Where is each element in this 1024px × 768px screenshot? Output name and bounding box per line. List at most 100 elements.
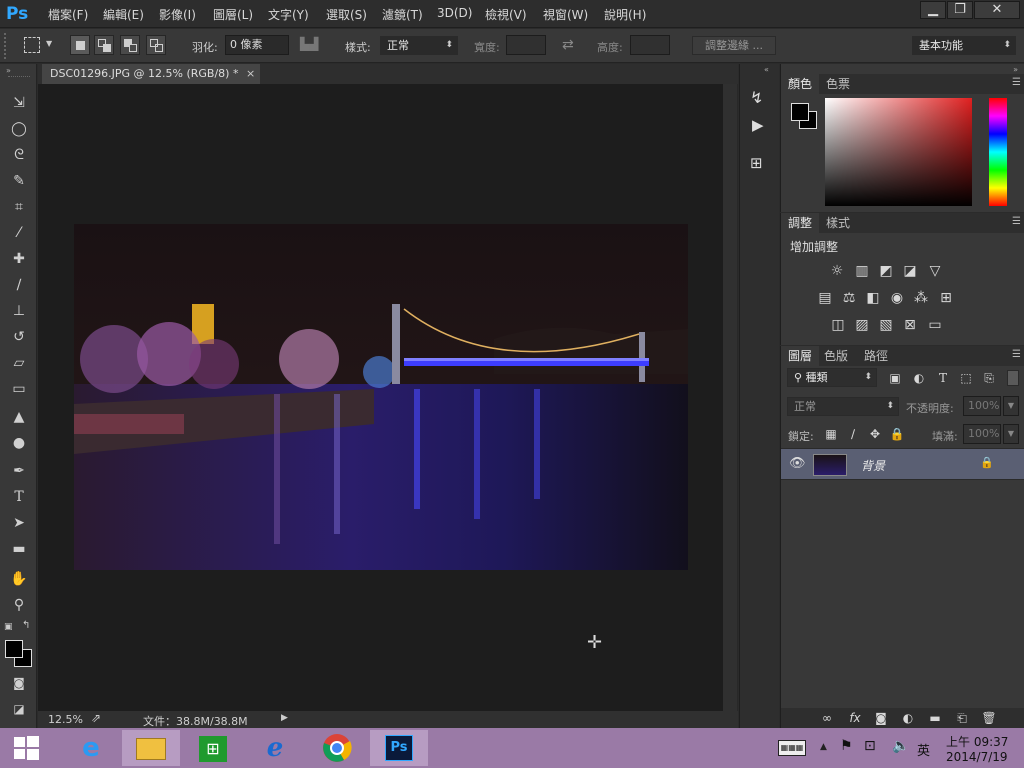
new-group-icon[interactable]: ▬ — [925, 710, 945, 726]
collapse-dock-icon[interactable]: « — [764, 65, 769, 74]
visibility-eye-icon[interactable]: 👁 — [789, 456, 806, 471]
clone-stamp-icon[interactable]: ⊥ — [6, 300, 32, 322]
link-layers-icon[interactable]: ∞ — [817, 710, 837, 726]
add-mask-icon[interactable]: ◙ — [871, 710, 891, 726]
gradient-map-icon[interactable]: ▭ — [925, 317, 945, 333]
lock-pixels-icon[interactable]: ∕ — [843, 426, 863, 442]
network-icon[interactable]: ⊡ — [864, 738, 876, 754]
hue-slider[interactable] — [989, 98, 1007, 206]
healing-brush-icon[interactable]: ✚ — [6, 248, 32, 270]
pen-icon[interactable]: ✒ — [6, 460, 32, 482]
grip-handle[interactable] — [4, 33, 8, 59]
menu-window[interactable]: 視窗(W) — [543, 6, 588, 23]
touch-keyboard-icon[interactable]: ▦▦▦ — [778, 740, 806, 756]
selective-color-icon[interactable]: ⊠ — [900, 317, 920, 333]
chevron-down-icon[interactable]: ▼ — [46, 39, 52, 48]
fill-dropdown-icon[interactable]: ▼ — [1003, 424, 1019, 444]
lock-position-icon[interactable]: ✥ — [865, 426, 885, 442]
blur-icon[interactable]: ▲ — [6, 406, 32, 428]
swap-colors-icon[interactable]: ↰ — [22, 620, 30, 631]
store-taskbar-icon[interactable]: ⊞ — [184, 730, 242, 766]
panel-menu-icon[interactable]: ☰ — [1012, 349, 1021, 360]
marquee-preset-icon[interactable] — [24, 37, 40, 53]
style-select[interactable]: 正常 — [380, 36, 458, 55]
swap-icon[interactable]: ⇄ — [562, 37, 574, 53]
filter-shape-icon[interactable]: ⬚ — [956, 370, 976, 386]
gradient-icon[interactable]: ▭ — [6, 378, 32, 400]
filter-pixel-icon[interactable]: ▣ — [885, 370, 905, 386]
workspace-select[interactable]: 基本功能 — [912, 36, 1016, 55]
tab-color[interactable]: 顏色 — [781, 74, 820, 94]
layer-style-icon[interactable]: fx — [845, 710, 865, 726]
input-language-indicator[interactable]: 英 — [917, 740, 930, 759]
start-button[interactable] — [14, 736, 40, 760]
subtract-from-selection-icon[interactable] — [120, 35, 140, 55]
brush-icon[interactable]: ∕ — [6, 274, 32, 296]
clock-time[interactable]: 上午 09:37 — [946, 733, 1008, 750]
show-hidden-icons-icon[interactable]: ▲ — [820, 742, 827, 752]
fill-input[interactable]: 100% — [963, 424, 1001, 444]
filter-adjustment-icon[interactable]: ◐ — [909, 370, 929, 386]
intersect-selection-icon[interactable] — [146, 35, 166, 55]
photoshop-taskbar-icon[interactable]: Ps — [370, 730, 428, 766]
vibrance-icon[interactable]: ▽ — [925, 263, 945, 279]
channel-mixer-icon[interactable]: ⁂ — [911, 290, 931, 306]
eyedropper-icon[interactable]: ⁄ — [6, 222, 32, 244]
history-panel-icon[interactable]: ↯ — [750, 88, 763, 107]
layer-row[interactable]: 👁 背景 🔒 — [781, 448, 1024, 480]
foreground-color-swatch[interactable] — [791, 103, 809, 121]
black-white-icon[interactable]: ◧ — [863, 290, 883, 306]
color-balance-icon[interactable]: ⚖ — [839, 290, 859, 306]
restore-button[interactable]: ❐ — [947, 1, 973, 19]
posterize-icon[interactable]: ▨ — [852, 317, 872, 333]
tab-channels[interactable]: 色版 — [817, 346, 855, 366]
filter-toggle[interactable] — [1007, 370, 1019, 386]
quick-selection-icon[interactable]: ✎ — [6, 170, 32, 192]
curves-icon[interactable]: ◩ — [876, 263, 896, 279]
feather-input[interactable]: 0 像素 — [225, 35, 289, 55]
new-selection-icon[interactable] — [70, 35, 90, 55]
action-center-icon[interactable]: ⚑ — [840, 738, 853, 754]
tab-layers[interactable]: 圖層 — [781, 346, 820, 366]
type-tool-icon[interactable]: T — [6, 486, 32, 508]
dodge-icon[interactable]: ● — [6, 432, 32, 454]
tab-paths[interactable]: 路徑 — [857, 346, 895, 366]
new-adjustment-layer-icon[interactable]: ◐ — [898, 710, 918, 726]
threshold-icon[interactable]: ▧ — [876, 317, 896, 333]
hue-saturation-icon[interactable]: ▤ — [815, 290, 835, 306]
crop-icon[interactable]: ⌗ — [6, 196, 32, 218]
menu-help[interactable]: 說明(H) — [604, 6, 646, 23]
menu-edit[interactable]: 編輯(E) — [103, 6, 144, 23]
foreground-color-swatch[interactable] — [5, 640, 23, 658]
panel-menu-icon[interactable]: ☰ — [1012, 216, 1021, 227]
color-lookup-icon[interactable]: ⊞ — [936, 290, 956, 306]
levels-icon[interactable]: ▥ — [852, 263, 872, 279]
filter-smart-object-icon[interactable]: ⎘ — [979, 370, 999, 386]
menu-layer[interactable]: 圖層(L) — [213, 6, 253, 23]
opacity-input[interactable]: 100% — [963, 396, 1001, 416]
history-brush-icon[interactable]: ↺ — [6, 326, 32, 348]
invert-icon[interactable]: ◫ — [828, 317, 848, 333]
menu-image[interactable]: 影像(I) — [159, 6, 196, 23]
zoom-level[interactable]: 12.5% — [48, 713, 83, 726]
color-field[interactable] — [825, 98, 972, 206]
path-selection-icon[interactable]: ➤ — [6, 512, 32, 534]
grip-handle[interactable] — [8, 76, 30, 77]
tab-adjustments[interactable]: 調整 — [781, 213, 820, 233]
eraser-icon[interactable]: ▱ — [6, 352, 32, 374]
quick-mask-icon[interactable]: ◙ — [6, 672, 32, 694]
filter-type-icon[interactable]: T — [933, 370, 953, 386]
collapse-icon[interactable]: » — [6, 66, 11, 75]
vertical-scrollbar[interactable] — [723, 84, 737, 712]
panel-menu-icon[interactable]: ☰ — [1012, 77, 1021, 88]
new-layer-icon[interactable]: ⎗ — [952, 710, 972, 726]
menu-select[interactable]: 選取(S) — [326, 6, 367, 23]
delete-layer-icon[interactable]: 🗑 — [979, 710, 999, 726]
zoom-tool-icon[interactable]: ⚲ — [6, 594, 32, 616]
height-input[interactable] — [630, 35, 670, 55]
blend-mode-select[interactable]: 正常 — [787, 397, 899, 416]
actions-panel-icon[interactable]: ▶ — [752, 116, 764, 134]
share-icon[interactable]: ⇗ — [91, 711, 101, 725]
width-input[interactable] — [506, 35, 546, 55]
collapse-panels-icon[interactable]: » — [1013, 65, 1018, 74]
